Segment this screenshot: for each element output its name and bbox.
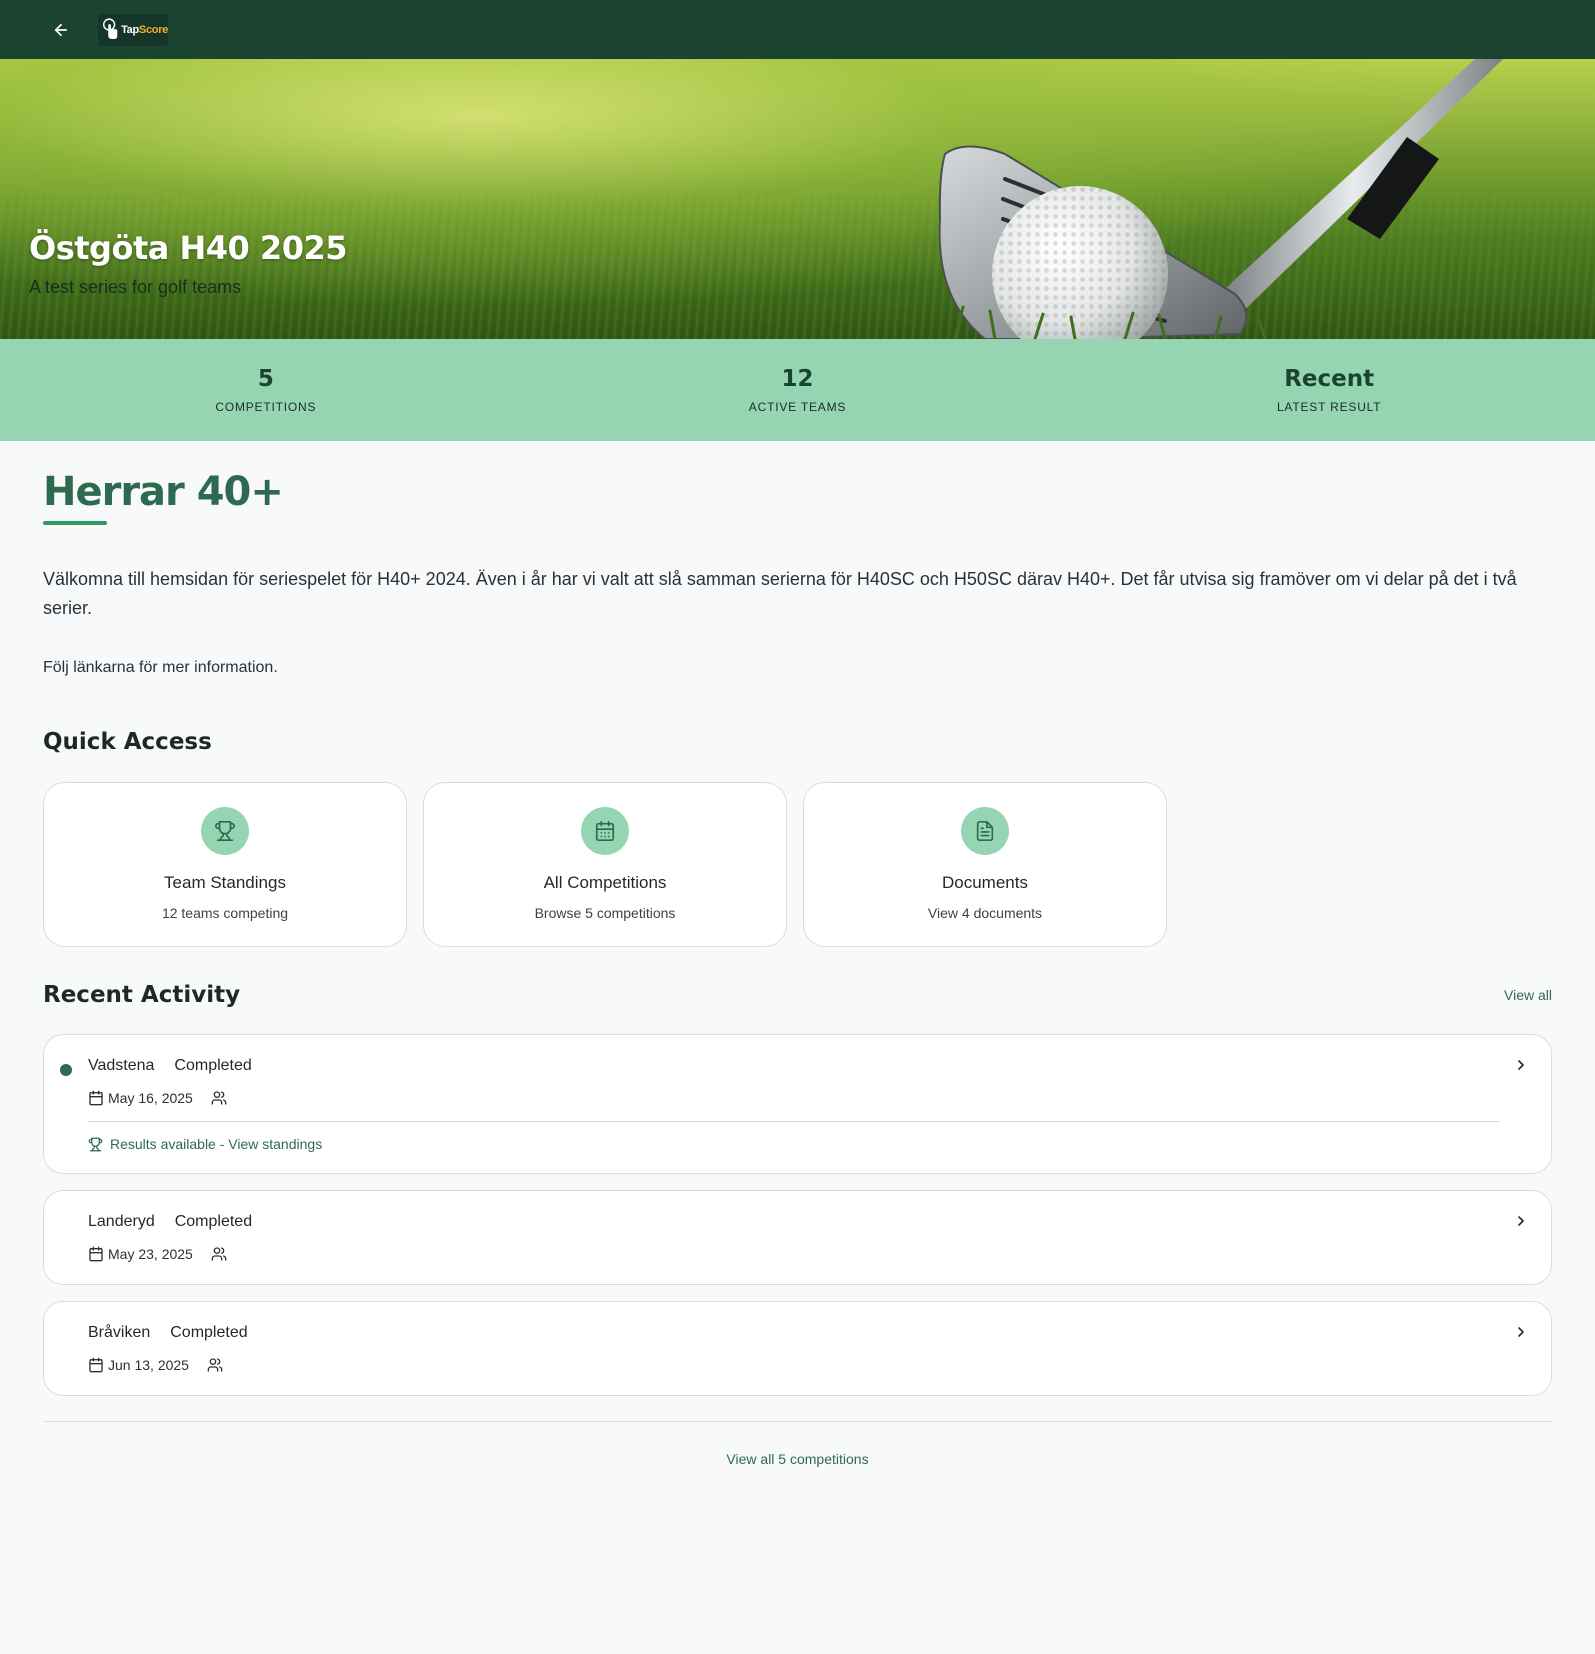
competition-status: Completed: [174, 1057, 252, 1074]
stat-value: Recent: [1284, 366, 1375, 392]
view-all-link[interactable]: View all: [1504, 987, 1552, 1003]
top-bar: TapScore: [0, 0, 1595, 59]
activity-header: Landeryd Completed: [88, 1213, 1551, 1231]
intro-followup-text: Följ länkarna för mer information.: [43, 659, 278, 676]
chevron-right-icon: [1518, 1060, 1524, 1070]
title-underline: [43, 521, 107, 525]
competition-status: Completed: [170, 1324, 248, 1341]
back-button[interactable]: [48, 17, 74, 43]
competition-name: Landeryd: [88, 1213, 155, 1230]
results-available-link[interactable]: Results available - View standings: [88, 1136, 1551, 1152]
calendar-icon: [89, 1357, 103, 1373]
activity-header: Bråviken Completed: [88, 1324, 1551, 1342]
pointer-hand-icon: [102, 17, 118, 39]
competition-status: Completed: [174, 1213, 253, 1230]
competition-date: May 16, 2025: [108, 1090, 193, 1106]
users-icon: [211, 1091, 227, 1105]
recent-activity-title: Recent Activity: [43, 982, 241, 1008]
quick-access-name: All Competitions: [543, 873, 667, 892]
tapscore-logo[interactable]: TapScore: [98, 13, 168, 46]
series-title: Östgöta H40 2025: [29, 229, 347, 267]
stat-active-teams: 12 ACTIVE TEAMS: [532, 366, 1064, 414]
quick-access-name: Documents: [942, 873, 1028, 892]
activity-meta: May 16, 2025: [88, 1090, 1551, 1106]
stat-label: COMPETITIONS: [215, 400, 317, 414]
page: TapScore Östgöta H40 2025 A test series …: [0, 0, 1595, 1467]
quick-access-sub: Browse 5 competitions: [534, 905, 676, 921]
activity-item-braviken[interactable]: Bråviken Completed Jun 13, 2025: [43, 1301, 1552, 1396]
activity-list: Vadstena Completed May 16, 2025 Results …: [43, 1034, 1552, 1396]
competition-date: May 23, 2025: [108, 1246, 193, 1262]
activity-meta: Jun 13, 2025: [88, 1357, 1551, 1373]
trophy-icon: [88, 1137, 103, 1151]
arrow-left-icon: [54, 23, 68, 36]
users-icon: [211, 1247, 227, 1261]
quick-access-name: Team Standings: [164, 873, 286, 892]
logo-text: TapScore: [121, 23, 168, 36]
quick-access-sub: 12 teams competing: [161, 905, 289, 921]
calendar-icon: [89, 1090, 103, 1106]
main-content: Herrar 40+ Välkomna till hemsidan för se…: [0, 469, 1595, 1467]
activity-meta: May 23, 2025: [88, 1246, 1551, 1262]
users-icon: [207, 1358, 223, 1372]
stat-latest-result: Recent LATEST RESULT: [1063, 366, 1595, 414]
calendar-icon: [89, 1246, 103, 1262]
quick-access-sub: View 4 documents: [927, 905, 1043, 921]
hero-banner: Östgöta H40 2025 A test series for golf …: [0, 59, 1595, 339]
quick-access-all-competitions[interactable]: All Competitions Browse 5 competitions: [423, 782, 787, 947]
calendar-icon: [581, 807, 629, 855]
series-subtitle: A test series for golf teams: [29, 277, 242, 297]
stat-value: 12: [781, 366, 814, 392]
competition-name: Bråviken: [88, 1324, 151, 1341]
section-divider: [43, 1421, 1552, 1422]
competition-date: Jun 13, 2025: [108, 1357, 189, 1373]
activity-divider: [88, 1121, 1500, 1122]
results-available-text: Results available - View standings: [110, 1136, 323, 1152]
golf-club-and-ball-image: [938, 59, 1503, 339]
chevron-right-icon: [1518, 1216, 1524, 1226]
quick-access-documents[interactable]: Documents View 4 documents: [803, 782, 1167, 947]
trophy-icon: [201, 807, 249, 855]
activity-item-landeryd[interactable]: Landeryd Completed May 23, 2025: [43, 1190, 1552, 1285]
stat-competitions: 5 COMPETITIONS: [0, 366, 532, 414]
chevron-right-icon: [1518, 1327, 1524, 1337]
active-indicator-dot: [60, 1064, 72, 1076]
hero-text: Östgöta H40 2025 A test series for golf …: [29, 229, 347, 298]
stat-value: 5: [257, 366, 274, 392]
stat-label: ACTIVE TEAMS: [748, 400, 847, 414]
stats-band: 5 COMPETITIONS 12 ACTIVE TEAMS Recent LA…: [0, 339, 1595, 441]
quick-access-team-standings[interactable]: Team Standings 12 teams competing: [43, 782, 407, 947]
quick-access-title: Quick Access: [43, 729, 212, 755]
view-all-competitions-link[interactable]: View all 5 competitions: [43, 1451, 1552, 1467]
document-icon: [961, 807, 1009, 855]
activity-header: Vadstena Completed: [88, 1057, 1551, 1075]
stat-label: LATEST RESULT: [1276, 400, 1382, 414]
activity-item-vadstena[interactable]: Vadstena Completed May 16, 2025 Results …: [43, 1034, 1552, 1174]
page-title: Herrar 40+: [43, 469, 284, 515]
intro-text: Välkomna till hemsidan för seriespelet f…: [43, 569, 1517, 618]
quick-access-grid: Team Standings 12 teams competing All Co…: [43, 782, 1552, 947]
competition-name: Vadstena: [88, 1057, 155, 1074]
recent-activity-header: Recent Activity View all: [43, 982, 1552, 1008]
